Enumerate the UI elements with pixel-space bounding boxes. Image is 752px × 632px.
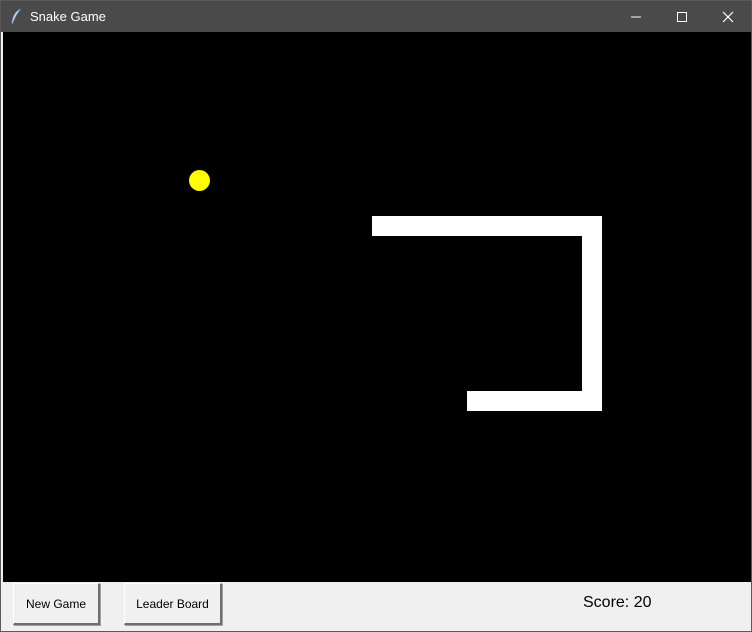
snake-segment xyxy=(372,216,602,236)
title-bar[interactable]: Snake Game xyxy=(1,1,751,32)
close-icon xyxy=(722,11,734,23)
app-window: Snake Game New Game Leader Board Score: … xyxy=(0,0,752,632)
food-item xyxy=(189,170,210,191)
minimize-button[interactable] xyxy=(613,1,659,32)
maximize-button[interactable] xyxy=(659,1,705,32)
maximize-icon xyxy=(677,12,687,22)
window-title: Snake Game xyxy=(30,9,106,24)
close-button[interactable] xyxy=(705,1,751,32)
score-label: Score: 20 xyxy=(583,594,652,611)
minimize-icon xyxy=(631,16,641,18)
snake-segment xyxy=(467,391,602,411)
leader-board-button[interactable]: Leader Board xyxy=(124,583,222,625)
game-canvas[interactable] xyxy=(3,32,751,582)
feather-icon xyxy=(10,8,24,24)
snake-segment xyxy=(582,216,602,411)
control-bar: New Game Leader Board Score: 20 xyxy=(1,582,751,631)
new-game-button[interactable]: New Game xyxy=(13,583,100,625)
